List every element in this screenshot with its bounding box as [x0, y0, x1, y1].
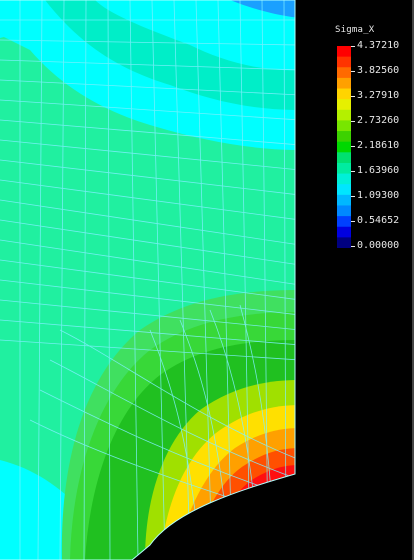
legend-value-label: 1.09300 [357, 190, 400, 201]
legend-value-label: 0.00000 [357, 240, 400, 251]
legend-color-segment [337, 184, 351, 196]
legend-value-label: 0.54652 [357, 215, 400, 226]
legend-color-segment [337, 77, 351, 90]
legend-color-segment [337, 120, 351, 132]
legend-color-segment [337, 56, 351, 68]
legend-color-segment [337, 152, 351, 164]
legend-tick [351, 246, 355, 247]
fem-result-window: Sigma_X 4.37210 3.82560 3.27910 2.73260 2.18… [0, 0, 414, 560]
legend-color-segment [337, 99, 351, 111]
legend-value-label: 3.27910 [357, 90, 400, 101]
legend-tick [351, 121, 355, 122]
legend-color-segment [337, 67, 351, 79]
legend-color-segment [337, 88, 351, 100]
legend-color-segment [337, 141, 351, 153]
contour-plot-viewport[interactable] [0, 0, 300, 560]
legend-value-label: 2.18610 [357, 140, 400, 151]
legend-color-segment [337, 216, 351, 228]
legend-tick [351, 96, 355, 97]
legend-tick [351, 46, 355, 47]
legend-color-segment [337, 46, 351, 58]
legend-title: Sigma_X [335, 25, 375, 35]
legend-value-label: 4.37210 [357, 40, 400, 51]
legend-color-segment [337, 131, 351, 143]
legend-tick [351, 171, 355, 172]
legend-value-label: 2.73260 [357, 115, 400, 126]
legend-color-segment [337, 173, 351, 185]
legend-tick [351, 146, 355, 147]
legend-value-label: 3.82560 [357, 65, 400, 76]
legend-color-segment [337, 194, 351, 207]
stress-contour-bands [0, 0, 295, 560]
legend-color-segment [337, 237, 351, 248]
color-legend: Sigma_X 4.37210 3.82560 3.27910 2.73260 2.18… [330, 22, 414, 262]
legend-tick [351, 71, 355, 72]
legend-tick [351, 221, 355, 222]
legend-color-segment [337, 109, 351, 122]
legend-color-bar [337, 46, 351, 248]
legend-value-label: 1.63960 [357, 165, 400, 176]
legend-color-segment [337, 205, 351, 217]
legend-color-segment [337, 226, 351, 238]
legend-color-segment [337, 162, 351, 175]
legend-tick [351, 196, 355, 197]
